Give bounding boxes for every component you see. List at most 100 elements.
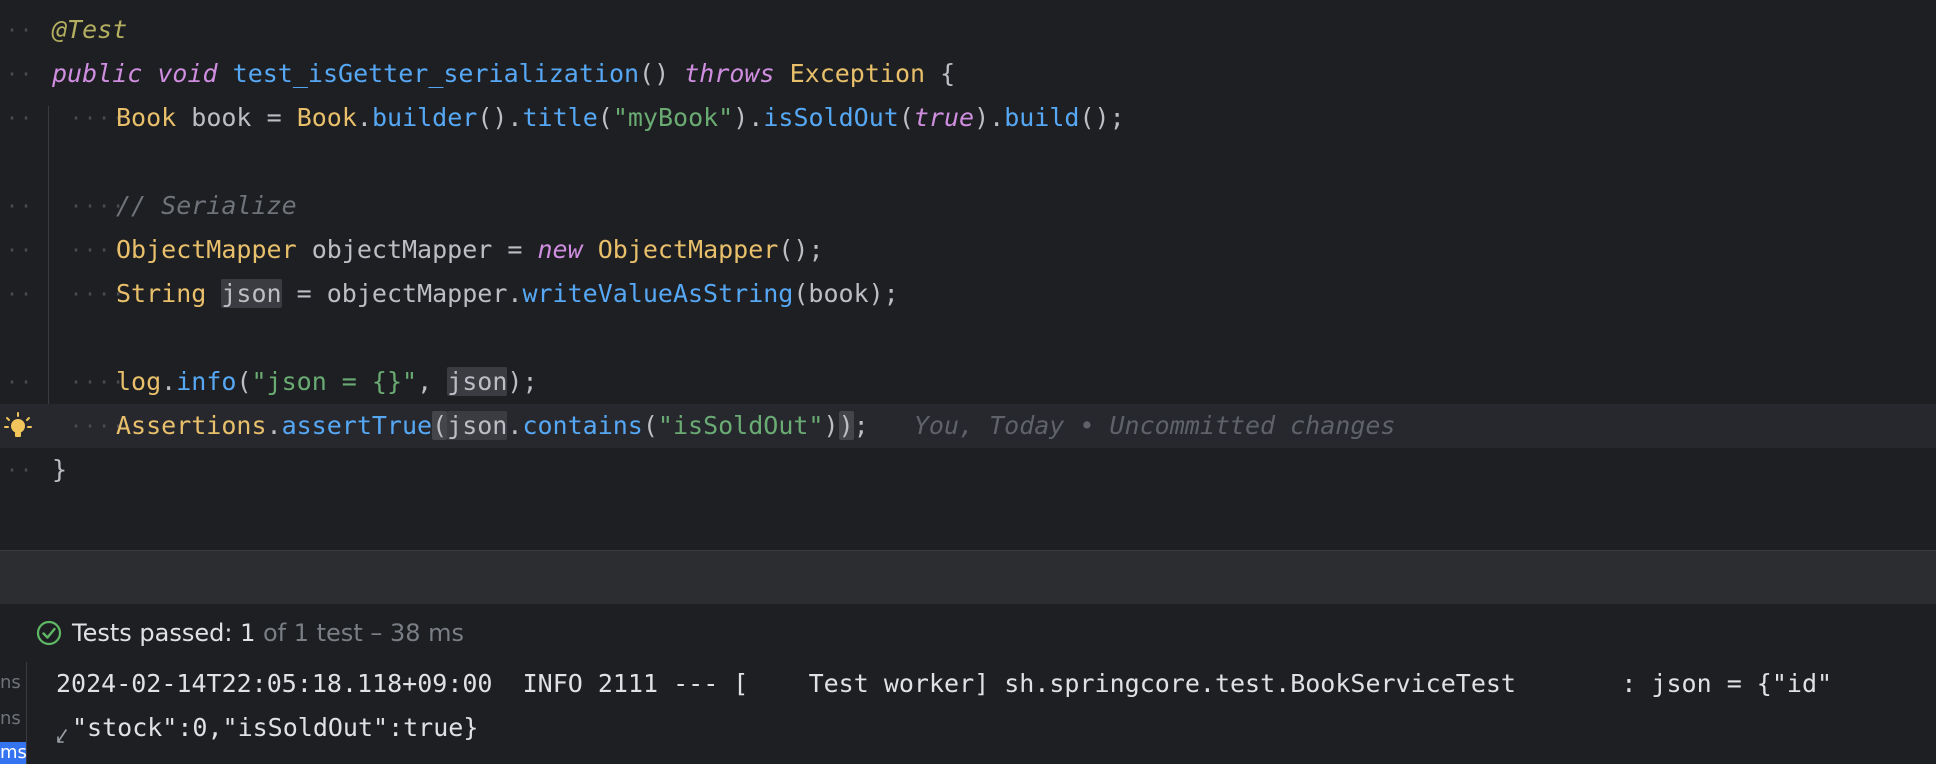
keyword-void: void <box>157 59 218 88</box>
tests-passed-label: Tests passed: <box>72 619 241 647</box>
dot: . <box>356 103 372 132</box>
field-log: log <box>116 367 162 396</box>
whitespace-dots: ·· <box>6 62 35 86</box>
paren: ( <box>236 367 252 396</box>
code-line-4[interactable] <box>0 140 1936 184</box>
matched-paren-open: ( <box>432 411 448 440</box>
method-writevalueasstring: writeValueAsString <box>522 279 794 308</box>
soft-wrap-icon <box>57 729 67 743</box>
variable-json-highlight: json <box>447 367 508 396</box>
whitespace-dots: ·· <box>6 370 35 394</box>
class-assertions: Assertions <box>116 411 267 440</box>
gutter-label: ns <box>0 708 21 729</box>
paren: ( <box>642 411 658 440</box>
string-literal: "json = {}" <box>251 367 418 396</box>
code-line-11[interactable]: ·· } <box>0 448 1936 492</box>
whitespace-dots: ·· <box>6 106 35 130</box>
paren: ). <box>733 103 764 132</box>
code-line-10-current[interactable]: ···· Assertions.assertTrue(json.contains… <box>0 404 1936 448</box>
code-line-9[interactable]: ·· ···· log.info("json = {}", json); <box>0 360 1936 404</box>
code-line-7[interactable]: ·· ···· String json = objectMapper.write… <box>0 272 1936 316</box>
class-objectmapper: ObjectMapper <box>597 235 779 264</box>
whitespace-dots: ···· <box>70 194 127 218</box>
whitespace-dots: ···· <box>70 282 127 306</box>
operator: = <box>507 235 523 264</box>
class-string: String <box>116 279 207 308</box>
code-line-5[interactable]: ·· ···· // Serialize <box>0 184 1936 228</box>
class-objectmapper: ObjectMapper <box>116 235 297 264</box>
paren: (book); <box>793 279 899 308</box>
method-asserttrue: assertTrue <box>281 411 433 440</box>
method-name: test_isGetter_serialization <box>232 59 640 88</box>
paren: ( <box>898 103 914 132</box>
method-builder: builder <box>371 103 478 132</box>
whitespace-dots: ·· <box>6 238 35 262</box>
panel-splitter[interactable] <box>0 550 1936 605</box>
tests-passed-count: 1 <box>240 619 256 647</box>
code-line-3[interactable]: ·· ···· Book book = Book.builder().title… <box>0 96 1936 140</box>
whitespace-dots: ·· <box>6 194 35 218</box>
method-build: build <box>1004 103 1080 132</box>
whitespace-dots: ···· <box>70 106 127 130</box>
close-brace: } <box>52 455 68 484</box>
operator: = <box>266 103 282 132</box>
code-editor[interactable]: ·· @Test ·· public void test_isGetter_se… <box>0 0 1936 550</box>
console-line-2: "stock":0,"isSoldOut":true} <box>72 713 479 742</box>
paren: () <box>639 59 670 88</box>
paren: ). <box>974 103 1005 132</box>
class-book: Book <box>116 103 177 132</box>
paren: (). <box>477 103 523 132</box>
semicolon: ; <box>853 411 869 440</box>
string-literal: "myBook" <box>612 103 734 132</box>
console-line-1: 2024-02-14T22:05:18.118+09:00 INFO 2111 … <box>56 669 1833 698</box>
check-circle-icon <box>36 620 62 646</box>
annotation: @Test <box>52 15 128 44</box>
code-line-1[interactable]: ·· @Test <box>0 8 1936 52</box>
code-line-6[interactable]: ·· ···· ObjectMapper objectMapper = new … <box>0 228 1936 272</box>
whitespace-dots: ···· <box>70 414 127 438</box>
whitespace-dots: ·· <box>6 282 35 306</box>
paren: (); <box>1079 103 1125 132</box>
test-status-bar: Tests passed: 1 of 1 test – 38 ms <box>0 604 1936 663</box>
variable-book: book <box>191 103 252 132</box>
keyword-new: new <box>537 235 583 264</box>
variable-json-highlight: json <box>447 411 508 440</box>
dot: . <box>161 367 177 396</box>
dot: . <box>507 411 523 440</box>
paren: ) <box>823 411 839 440</box>
open-brace: { <box>940 59 956 88</box>
git-blame-annotation: You, Today • Uncommitted changes <box>913 411 1396 440</box>
comma: , <box>417 367 448 396</box>
code-line-2[interactable]: ·· public void test_isGetter_serializati… <box>0 52 1936 96</box>
console-gutter: ns ns ms <box>0 662 27 764</box>
class-book: Book <box>296 103 357 132</box>
comment: // Serialize <box>116 191 297 220</box>
keyword-public: public <box>52 59 143 88</box>
gutter-label-selected[interactable]: ms <box>0 742 26 764</box>
class-exception: Exception <box>789 59 926 88</box>
operator: = objectMapper. <box>296 279 523 308</box>
variable-json-highlight: json <box>221 279 282 308</box>
whitespace-dots: ···· <box>70 238 127 262</box>
gutter-label: ns <box>0 672 21 693</box>
whitespace-dots: ···· <box>70 370 127 394</box>
dot: . <box>266 411 282 440</box>
variable-objectmapper: objectMapper <box>311 235 493 264</box>
string-literal: "isSoldOut" <box>657 411 824 440</box>
keyword-true: true <box>913 103 975 132</box>
console-output[interactable]: ns ns ms 2024-02-14T22:05:18.118+09:00 I… <box>0 662 1936 764</box>
paren: ( <box>597 103 613 132</box>
matched-paren-close: ) <box>838 411 854 440</box>
code-line-8[interactable] <box>0 316 1936 360</box>
paren: (); <box>778 235 824 264</box>
paren: ); <box>507 367 538 396</box>
method-title: title <box>522 103 598 132</box>
method-info: info <box>176 367 237 396</box>
tests-summary: of 1 test – 38 ms <box>255 619 465 647</box>
whitespace-dots: ·· <box>6 458 35 482</box>
method-issoldout: isSoldOut <box>763 103 899 132</box>
whitespace-dots: ·· <box>6 18 35 42</box>
method-contains: contains <box>522 411 643 440</box>
lightbulb-icon[interactable] <box>4 412 32 440</box>
keyword-throws: throws <box>684 59 775 88</box>
